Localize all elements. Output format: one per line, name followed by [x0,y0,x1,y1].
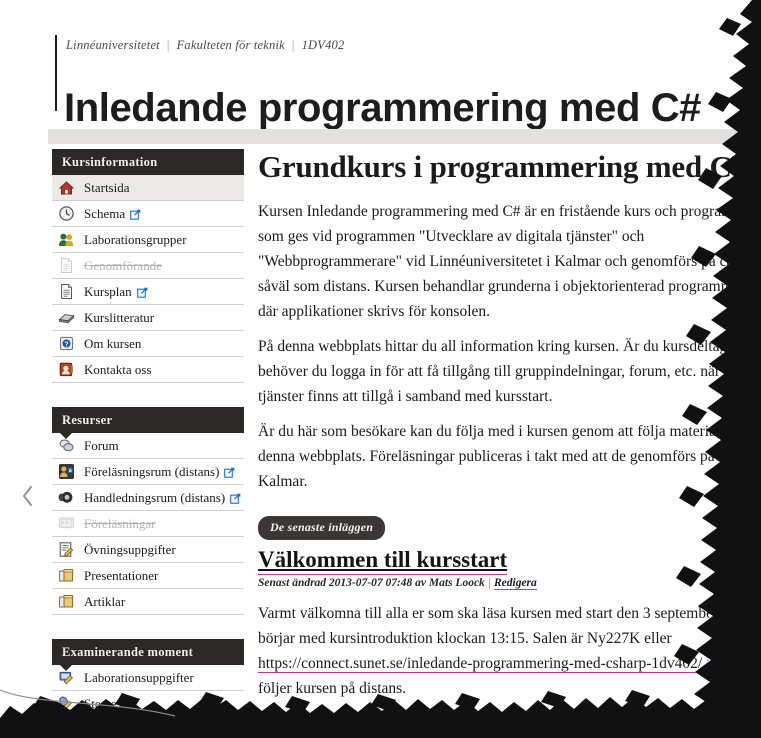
sidebar-item-label: Laborationsuppgifter [84,669,194,685]
test-edit-icon [58,695,75,712]
latest-posts-section: De senaste inläggen Välkommen till kurss… [258,504,761,738]
sidebar-item-schema[interactable]: Schema [52,201,244,227]
header-divider-band [48,129,748,144]
sidebar-item-label: Presentationer [84,567,159,583]
sidebar-item-forelasningsrum-distans[interactable]: a Föreläsningsrum (distans) [52,459,244,485]
sidebar-item-genomforande: Genomförande [52,253,244,279]
document-icon [58,257,75,274]
sidebar-item-label: Genomförande [84,257,162,273]
clock-icon [58,205,75,222]
chat-icon [58,437,75,454]
page-root: Linnéuniversitetet | Fakulteten för teknik… [0,0,761,738]
screen-abc-icon: ABC [58,515,75,532]
people-icon [58,231,75,248]
sidebar-item-label: Övningsuppgifter [84,541,176,557]
sidebar-item-label: Artiklar [84,593,126,609]
sidebar-item-label: Schema [84,205,126,221]
house-icon [58,179,75,196]
sidebar-item-presentationer[interactable]: Presentationer [52,563,244,589]
headset-icon [58,489,75,506]
book-icon [58,309,75,326]
svg-text:ABC: ABC [61,521,72,527]
post-meta: Senast ändrad 2013-07-07 07:48 av Mats L… [258,577,740,590]
breadcrumb: Linnéuniversitetet | Fakulteten för teknik… [66,38,344,53]
document-icon [58,283,75,300]
header-vertical-rule [55,35,57,111]
sidebar-item-label: Kurslitteratur [84,309,155,325]
presenter-icon: a [58,463,75,480]
breadcrumb-separator: | [166,38,170,52]
sidebar-item-artiklar[interactable]: Artiklar [52,589,244,615]
post-meta-separator: | [487,577,491,589]
contact-icon [58,361,75,378]
sidebar-item-laborationsgrupper[interactable]: Laborationsgrupper [52,227,244,253]
external-link-icon [224,466,235,478]
sidebar-item-label: Laborationsgrupper [84,231,187,247]
sidebar-item-forum[interactable]: Forum [52,433,244,459]
sidebar-item-kursplan[interactable]: Kursplan [52,279,244,305]
connect-sunet-link[interactable]: https://connect.sunet.se/inledande-progr… [258,655,703,673]
breadcrumb-separator: | [291,38,295,52]
svg-text:?: ? [64,341,68,348]
sidebar: Kursinformation Startsida Schema Laborat… [52,149,244,729]
post-body-paragraph-2: Något upprop kommer inte att hållas då s… [258,715,756,732]
sidebar-item-forelasningar: ABC Föreläsningar [52,511,244,537]
intro-paragraph-2: På denna webbplats hittar du all informa… [258,338,758,405]
sidebar-group-examinerande-moment: Examinerande moment Laborationsuppgifter… [52,639,244,717]
external-link-icon [707,652,718,669]
sidebar-item-label: Föreläsningar [84,515,156,531]
svg-text:a: a [69,468,72,474]
chevron-left-icon [22,485,33,507]
external-link-icon [136,286,148,298]
sidebar-item-label: Om kursen [84,335,142,351]
sidebar-item-om-kursen[interactable]: ? Om kursen [52,331,244,357]
post-meta-text: Senast ändrad 2013-07-07 07:48 av Mats L… [258,577,485,589]
lab-edit-icon [58,669,75,686]
sidebar-item-handledningsrum-distans[interactable]: Handledningsrum (distans) [52,485,244,511]
sidebar-item-kontakta-oss[interactable]: Kontakta oss [52,357,244,383]
info-icon: ? [58,335,75,352]
intro-paragraph-1: Kursen Inledande programmering med C# är… [258,203,761,320]
sidebar-item-label: Forum [84,437,119,453]
post-body-paragraph-1: Varmt välkomna till alla er som ska läsa… [258,601,761,701]
folder-copy-icon [58,593,75,610]
breadcrumb-item-course[interactable]: 1DV402 [302,38,345,52]
external-link-icon [130,208,141,220]
intro-paragraph-3: Är du här som besökare kan du följa med … [258,423,761,490]
sidebar-item-label: Kontakta oss [84,361,152,377]
edit-note-icon [58,541,75,558]
sidebar-item-startsida[interactable]: Startsida [52,175,244,201]
sidebar-item-label: Handledningsrum (distans) [84,489,226,505]
main-heading: Grundkurs i programmering med C# [258,149,748,184]
sidebar-item-label: Kursplan [84,283,132,299]
collapse-panel-button[interactable] [18,482,36,510]
latest-posts-badge: De senaste inläggen [258,516,386,540]
sidebar-item-stegtest[interactable]: Stegtest [52,691,244,717]
main-content: Grundkurs i programmering med C# Kursen … [258,149,761,738]
sidebar-group-kursinformation: Kursinformation Startsida Schema Laborat… [52,149,244,383]
sidebar-group-header: Resurser [52,407,244,439]
breadcrumb-item-university[interactable]: Linnéuniversitetet [66,38,160,52]
sidebar-item-label: Föreläsningsrum (distans) [84,463,220,479]
folder-copy-icon [58,567,75,584]
sidebar-item-laborationsuppgifter[interactable]: Laborationsuppgifter [52,665,244,691]
sidebar-group-header: Examinerande moment [52,639,244,671]
post-title-link[interactable]: Välkommen till kursstart [258,546,508,575]
edit-post-link[interactable]: Redigera [493,577,537,590]
sidebar-item-label: Startsida [84,179,130,195]
breadcrumb-item-faculty[interactable]: Fakulteten för teknik [177,38,285,52]
sidebar-item-label: Stegtest [84,695,126,711]
page-title: Inledande programmering med C# [64,85,702,130]
sidebar-group-header: Kursinformation [52,149,244,181]
external-link-icon [230,492,241,504]
sidebar-item-ovningsuppgifter[interactable]: Övningsuppgifter [52,537,244,563]
post-body-text-before: Varmt välkomna till alla er som ska läsa… [258,605,740,647]
sidebar-group-resurser: Resurser Forum a Föreläsningsrum (distan… [52,407,244,615]
sidebar-item-kurslitteratur[interactable]: Kurslitteratur [52,305,244,331]
